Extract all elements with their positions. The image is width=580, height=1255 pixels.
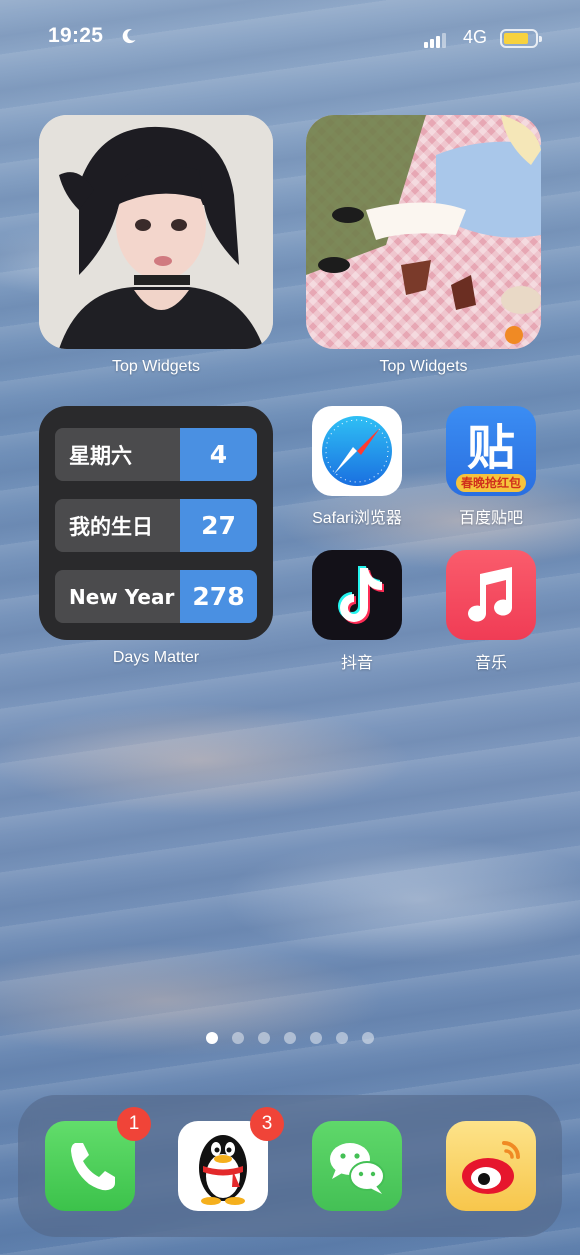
network-type: 4G [463,27,488,47]
event-name: 我的生日 [55,499,180,552]
page-dot[interactable] [206,1032,218,1044]
safari-app-icon[interactable] [312,406,402,496]
douyin-label: 抖音 [340,655,373,672]
picnic-photo [306,115,541,344]
photo-widget-right-label: Top Widgets [379,358,468,375]
days-matter-widget[interactable]: 星期六 4 我的生日 27 New Year 278 [39,406,273,640]
portrait-photo [39,115,273,349]
compass-icon [322,416,392,486]
wechat-app-icon[interactable] [312,1121,402,1211]
page-dot[interactable] [284,1032,296,1044]
status-time: 19:25 [48,24,104,47]
douyin-app-icon[interactable] [312,550,402,640]
safari-label: Safari浏览器 [312,510,402,527]
wechat-bubbles-icon [330,1143,385,1194]
days-matter-label: Days Matter [112,649,200,666]
battery-icon [500,29,542,48]
days-row: New Year 278 [55,570,257,623]
page-dot[interactable] [310,1032,322,1044]
phone-app-icon[interactable]: 1 [45,1107,151,1211]
weibo-eye-icon [462,1141,520,1194]
phone-badge: 1 [117,1107,151,1141]
days-row: 星期六 4 [55,428,257,481]
event-name: New Year [55,570,180,623]
music-note-icon [468,567,512,622]
page-dot[interactable] [336,1032,348,1044]
photo-widget-left-label: Top Widgets [111,358,201,375]
tieba-banner: 春晚抢红包 [456,474,526,492]
weibo-app-icon[interactable] [446,1121,536,1211]
event-name: 星期六 [55,428,180,481]
page-dot[interactable] [362,1032,374,1044]
page-dot[interactable] [232,1032,244,1044]
photo-widget-left[interactable] [39,115,273,349]
event-days: 278 [180,570,257,623]
tiktok-note-icon [338,566,384,624]
qq-badge: 3 [250,1107,284,1141]
event-days: 27 [180,499,257,552]
music-app-icon[interactable] [446,550,536,640]
qq-app-icon[interactable]: 3 [178,1107,284,1211]
photo-widget-right[interactable] [306,115,541,349]
tieba-app-icon[interactable]: 贴 春晚抢红包 [446,406,536,496]
tieba-glyph: 贴 [466,420,515,476]
days-row: 我的生日 27 [55,499,257,552]
page-indicator[interactable] [206,1032,374,1044]
music-label: 音乐 [474,655,507,672]
page-dot[interactable] [258,1032,270,1044]
tieba-label: 百度贴吧 [458,510,523,527]
signal-icon [424,32,446,48]
moon-icon [122,29,136,44]
event-days: 4 [180,428,257,481]
